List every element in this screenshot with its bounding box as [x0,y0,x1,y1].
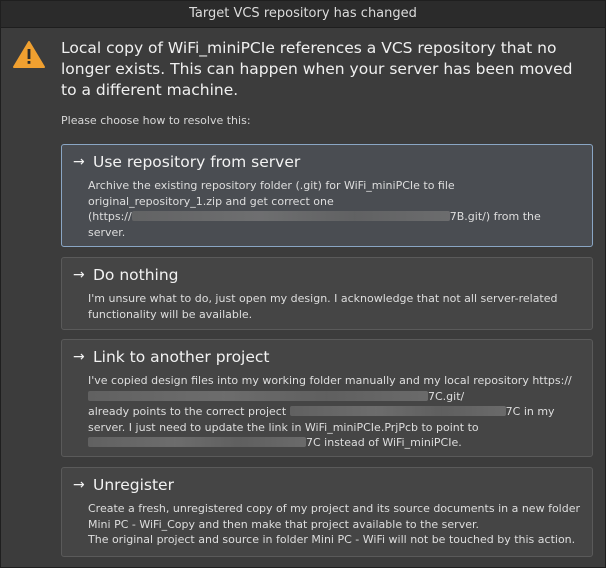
redacted-project [88,437,306,447]
dialog: Target VCS repository has changed Local … [0,0,606,568]
redacted-url [131,211,450,221]
option-title: Link to another project [93,348,270,366]
arrow-right-icon: → [73,349,85,365]
redacted-project [289,406,506,416]
arrow-right-icon: → [73,154,85,170]
option-description: I've copied design files into my working… [88,374,572,449]
option-use-repository-from-server[interactable]: → Use repository from server Archive the… [61,144,593,247]
resolve-prompt: Please choose how to resolve this: [61,114,251,127]
option-do-nothing[interactable]: → Do nothing I'm unsure what to do, just… [61,257,593,330]
option-unregister[interactable]: → Unregister Create a fresh, unregistere… [61,467,593,557]
option-title: Unregister [93,476,174,494]
option-link-to-another-project[interactable]: → Link to another project I've copied de… [61,339,593,457]
option-title: Do nothing [93,266,179,284]
option-description: Archive the existing repository folder (… [88,179,541,239]
redacted-url [88,390,428,401]
warning-icon [13,41,45,68]
option-description: Create a fresh, unregistered copy of my … [88,502,580,546]
dialog-title: Target VCS repository has changed [1,1,605,28]
option-description: I'm unsure what to do, just open my desi… [88,292,558,321]
arrow-right-icon: → [73,267,85,283]
warning-message: Local copy of WiFi_miniPCIe references a… [61,39,573,99]
option-title: Use repository from server [93,153,301,171]
arrow-right-icon: → [73,477,85,493]
header: Local copy of WiFi_miniPCIe references a… [1,28,605,102]
